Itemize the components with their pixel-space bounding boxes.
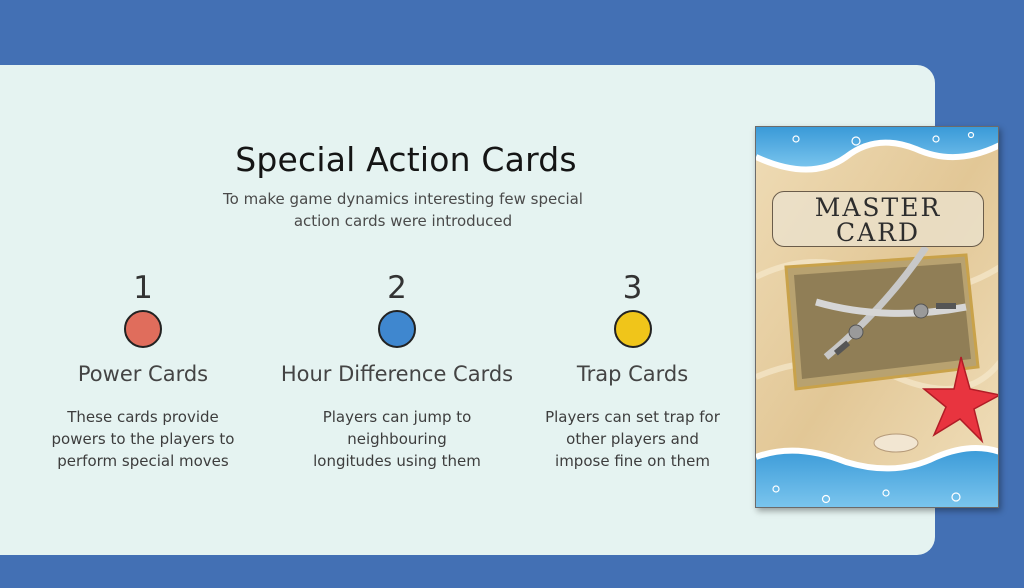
card-title: MASTER CARD bbox=[772, 191, 984, 247]
feature-name: Trap Cards bbox=[576, 362, 689, 386]
feature-power-cards: 1 Power Cards These cards provide powers… bbox=[48, 270, 238, 472]
feature-description: Players can jump to neighbouring longitu… bbox=[313, 408, 481, 470]
feature-number: 2 bbox=[387, 270, 407, 306]
blue-circle-icon bbox=[378, 310, 416, 348]
card-artwork bbox=[756, 127, 998, 507]
feature-trap-cards: 3 Trap Cards Players can set trap for ot… bbox=[540, 270, 725, 472]
page-subtitle: To make game dynamics interesting few sp… bbox=[223, 190, 583, 230]
yellow-circle-icon bbox=[613, 310, 652, 348]
red-circle-icon bbox=[124, 310, 162, 348]
card-title-line1: MASTER bbox=[814, 193, 942, 222]
card-title-line2: CARD bbox=[835, 218, 921, 247]
feature-number: 1 bbox=[133, 270, 153, 306]
feature-name: Power Cards bbox=[77, 362, 209, 386]
feature-name: Hour Difference Cards bbox=[280, 362, 514, 386]
feature-description: Players can set trap for other players a… bbox=[545, 408, 720, 470]
feature-number: 3 bbox=[622, 270, 643, 306]
page-title: Special Action Cards bbox=[235, 140, 577, 179]
feature-hour-difference-cards: 2 Hour Difference Cards Players can jump… bbox=[272, 270, 522, 472]
feature-description: These cards provide powers to the player… bbox=[51, 408, 235, 470]
master-card-image: MASTER CARD bbox=[755, 126, 999, 508]
